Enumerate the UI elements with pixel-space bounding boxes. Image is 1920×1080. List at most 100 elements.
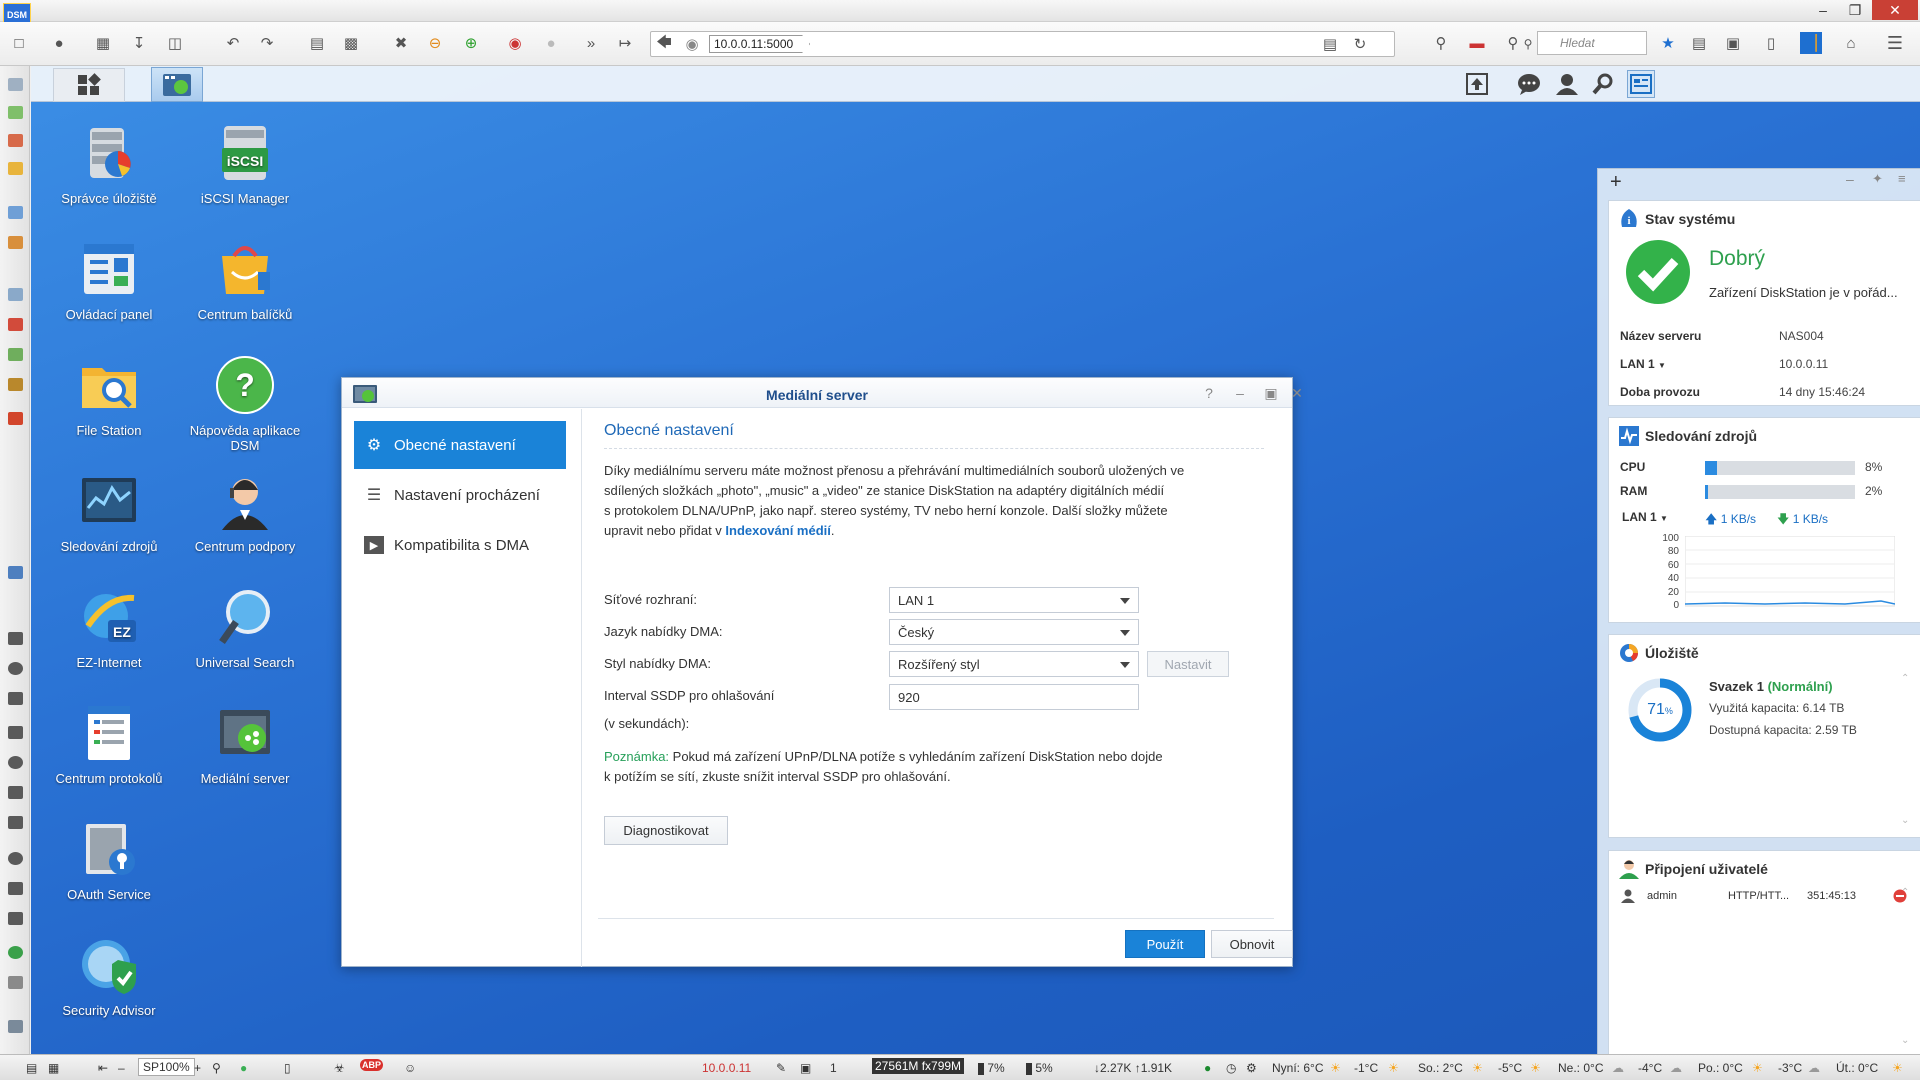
puzzle-icon[interactable]: [8, 726, 23, 739]
minimize-icon[interactable]: –: [1231, 384, 1249, 402]
sidebar-tool-icon[interactable]: [8, 78, 23, 91]
download-icon[interactable]: ↧: [128, 32, 150, 54]
nav-browse-settings[interactable]: ☰ Nastavení procházení: [354, 471, 566, 519]
desktop-icon-iscsi[interactable]: iSCSI iSCSI Manager: [185, 122, 305, 206]
sidebar-tool-icon[interactable]: [8, 786, 23, 799]
sidebar-tool-icon[interactable]: [8, 134, 23, 147]
panel-toggle-icon[interactable]: ▤: [26, 1061, 37, 1075]
sidebar-tool-icon[interactable]: [8, 632, 23, 645]
dma-language-select[interactable]: Český: [889, 619, 1139, 645]
status-dot-icon[interactable]: ●: [240, 1061, 247, 1075]
scroll-up-icon[interactable]: ⌃: [1901, 673, 1909, 684]
page-icon[interactable]: ▯: [284, 1061, 291, 1075]
settings-icon[interactable]: ⚙: [1246, 1061, 1257, 1075]
desktop-icon-support-center[interactable]: Centrum podpory: [185, 470, 305, 554]
main-menu-button[interactable]: [53, 68, 125, 102]
nav-general-settings[interactable]: ⚙ Obecné nastavení: [354, 421, 566, 469]
desktop-icon-oauth[interactable]: OAuth Service: [49, 818, 169, 902]
add-widget-icon[interactable]: +: [1610, 171, 1622, 194]
desktop-icon-control-panel[interactable]: Ovládací panel: [49, 238, 169, 322]
help-icon[interactable]: ?: [1200, 384, 1218, 402]
pause-icon[interactable]: ●: [540, 32, 562, 54]
sidebar-tool-icon[interactable]: [8, 976, 23, 989]
clock-icon[interactable]: ◷: [1226, 1061, 1236, 1075]
taskbar-media-server[interactable]: [151, 67, 203, 102]
record-icon[interactable]: ◉: [504, 32, 526, 54]
scroll-up-icon[interactable]: ⌃: [1901, 887, 1909, 898]
stop-icon[interactable]: ✖: [390, 32, 412, 54]
maximize-icon[interactable]: ▣: [1262, 384, 1280, 402]
back-arrow-icon[interactable]: 🡄: [653, 33, 675, 55]
collapse-icon[interactable]: –: [1846, 171, 1854, 187]
stats-icon[interactable]: ▕: [1800, 32, 1822, 54]
adblock-icon[interactable]: ABP: [360, 1059, 384, 1071]
clock-icon[interactable]: [8, 662, 23, 675]
ssdp-interval-input[interactable]: 920: [889, 684, 1139, 710]
wrench-icon[interactable]: [8, 882, 23, 895]
sync-icon[interactable]: ▬: [1466, 32, 1488, 54]
upload-icon[interactable]: [1463, 70, 1491, 98]
sidebar-tool-icon[interactable]: [8, 816, 23, 829]
panel-menu-icon[interactable]: ≡: [1898, 171, 1906, 186]
restore-icon[interactable]: ❐: [1840, 0, 1870, 20]
media-indexing-link[interactable]: Indexování médií: [725, 523, 830, 538]
close-window-icon[interactable]: ✕: [1872, 0, 1918, 20]
close-icon[interactable]: ✕: [1288, 384, 1306, 402]
menu-icon[interactable]: ☰: [1884, 32, 1906, 54]
sidebar-tool-icon[interactable]: [8, 206, 23, 219]
smiley-icon[interactable]: ☺: [404, 1061, 416, 1075]
search-input[interactable]: Hledat: [1537, 31, 1647, 55]
bookmark-page-icon[interactable]: ▦: [92, 32, 114, 54]
lan-traffic-dropdown[interactable]: LAN 1 ▼: [1622, 510, 1668, 524]
zoom-plus-icon[interactable]: +: [194, 1061, 201, 1075]
desktop-icon-storage-manager[interactable]: Správce úložiště: [49, 122, 169, 206]
desktop-icon-resource-monitor[interactable]: Sledování zdrojů: [49, 470, 169, 554]
pin-icon[interactable]: ✦: [1872, 171, 1883, 187]
sidebar-tool-icon[interactable]: [8, 236, 23, 249]
gear-icon[interactable]: [8, 756, 23, 769]
screenshot-icon[interactable]: ▤: [306, 32, 328, 54]
reload-icon[interactable]: ↻: [1349, 33, 1371, 55]
desktop-icon-security-advisor[interactable]: Security Advisor: [49, 934, 169, 1018]
reader-icon[interactable]: ▤: [1319, 33, 1341, 55]
tile-icon[interactable]: ▦: [48, 1061, 59, 1075]
zoom-level[interactable]: SP100%: [138, 1058, 195, 1076]
magnifier-icon[interactable]: ⚲: [212, 1061, 221, 1075]
zoom-minus-icon[interactable]: –: [118, 1061, 125, 1075]
notifications-icon[interactable]: [1515, 70, 1543, 98]
window-icon[interactable]: ▣: [800, 1061, 811, 1075]
sidebar-tool-icon[interactable]: [8, 412, 23, 425]
sidebar-tool-icon[interactable]: [8, 566, 23, 579]
translate-icon[interactable]: ▩: [340, 32, 362, 54]
url-text[interactable]: 10.0.0.11:5000: [709, 35, 811, 53]
reset-button[interactable]: Obnovit: [1211, 930, 1293, 958]
sidebar-tool-icon[interactable]: [8, 1020, 23, 1033]
zoom-in-icon[interactable]: ⊕: [460, 32, 482, 54]
sidebar-tool-icon[interactable]: [8, 318, 23, 331]
sidebar-tool-icon[interactable]: [8, 378, 23, 391]
clipboard-icon[interactable]: ▤: [1688, 32, 1710, 54]
desktop-icon-file-station[interactable]: File Station: [49, 354, 169, 438]
diagnose-button[interactable]: Diagnostikovat: [604, 816, 728, 845]
home-icon[interactable]: ⌂: [1840, 32, 1862, 54]
save-icon[interactable]: ▣: [1722, 32, 1744, 54]
address-bar[interactable]: 🡄 ◉ 10.0.0.11:5000 ▤ ↻: [650, 31, 1395, 57]
pin-icon[interactable]: ↦: [614, 32, 636, 54]
scroll-down-icon[interactable]: ⌄: [1901, 1035, 1909, 1046]
nav-dma-compatibility[interactable]: ▶ Kompatibilita s DMA: [354, 521, 566, 569]
apply-button[interactable]: Použít: [1125, 930, 1205, 958]
sidebar-tool-icon[interactable]: [8, 162, 23, 175]
dma-style-select[interactable]: Rozšířený styl: [889, 651, 1139, 677]
fast-forward-icon[interactable]: »: [580, 32, 602, 54]
undo-icon[interactable]: ↶: [222, 32, 244, 54]
globe-icon[interactable]: ●: [1204, 1061, 1211, 1075]
desktop-icon-media-server[interactable]: Mediální server: [185, 702, 305, 786]
new-page-icon[interactable]: □: [8, 32, 30, 54]
zoom-out-icon[interactable]: ⊖: [424, 32, 446, 54]
desktop-icon-package-center[interactable]: Centrum balíčků: [185, 238, 305, 322]
star-icon[interactable]: ★: [1657, 32, 1679, 54]
page-icon[interactable]: ▯: [1760, 32, 1782, 54]
widgets-toggle-icon[interactable]: [1627, 70, 1655, 98]
user-icon[interactable]: [1553, 70, 1581, 98]
lan-dropdown[interactable]: LAN 1 ▼: [1620, 357, 1666, 371]
